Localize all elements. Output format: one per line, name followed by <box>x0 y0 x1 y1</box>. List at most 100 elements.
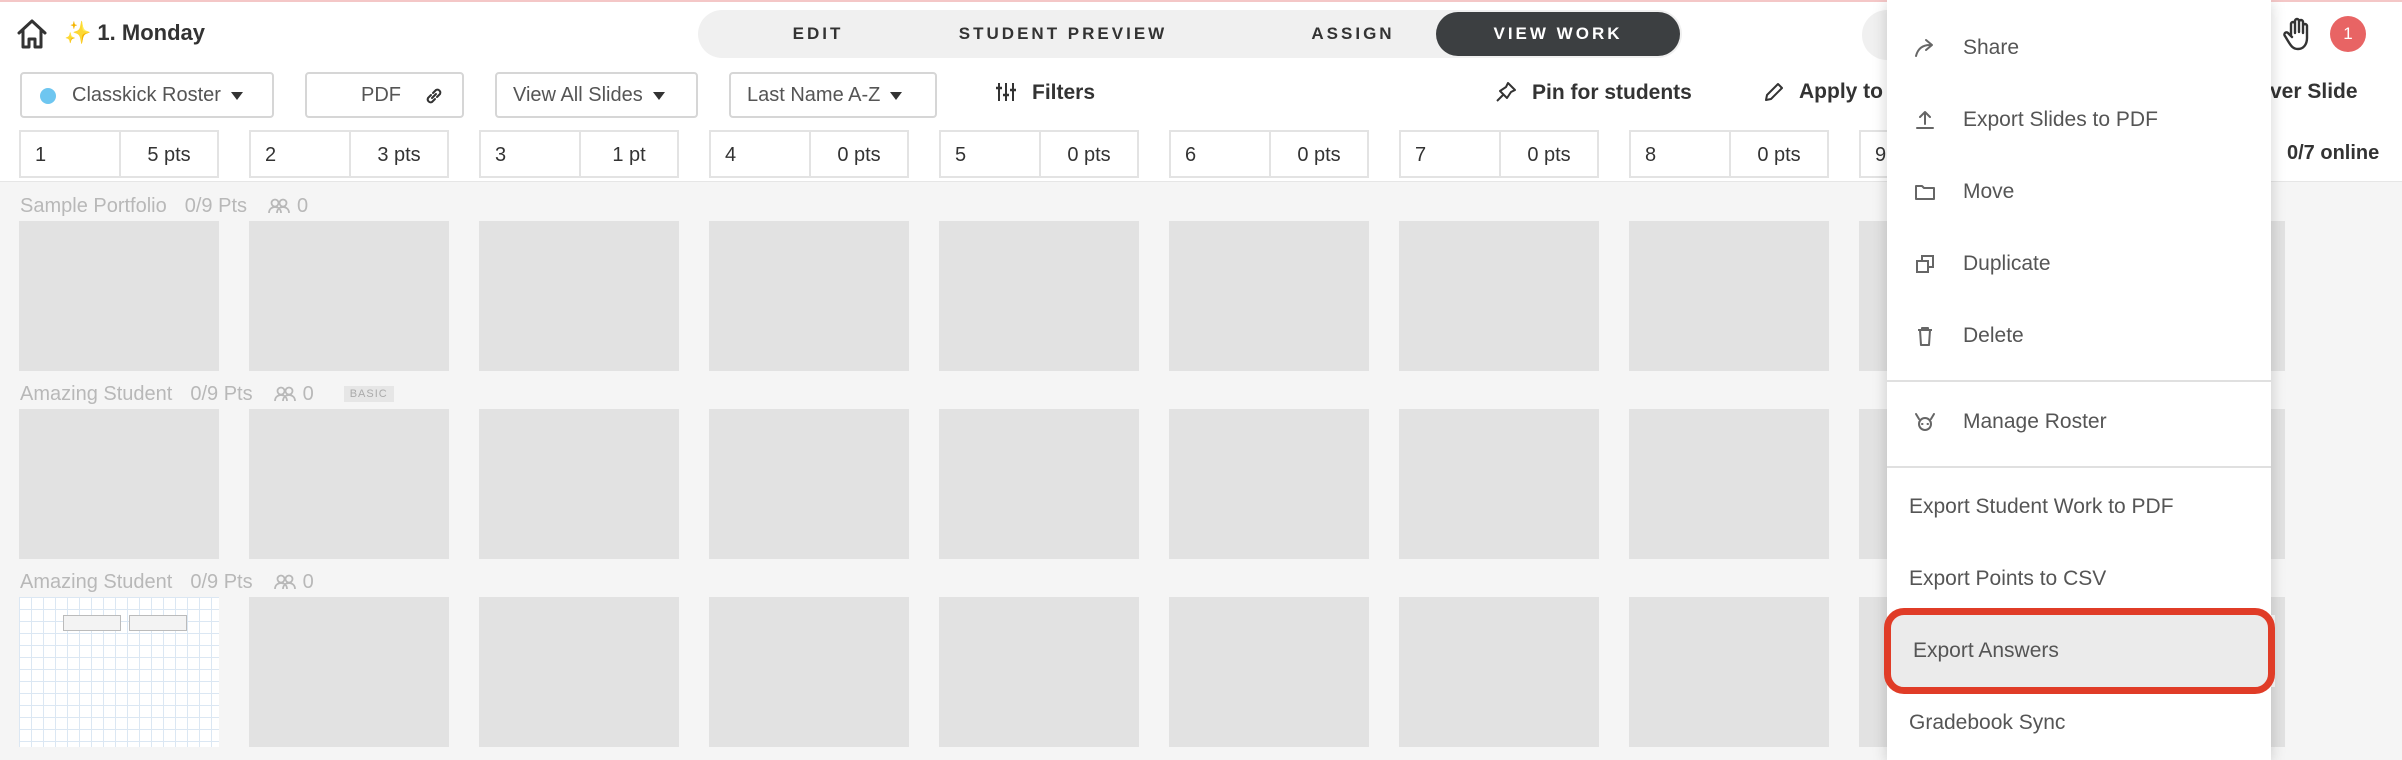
slide-cell[interactable]: 4 0 pts <box>709 130 909 178</box>
work-thumbnail[interactable] <box>939 221 1139 371</box>
online-count: 0/7 online <box>2287 142 2380 164</box>
work-thumbnail[interactable] <box>1399 221 1599 371</box>
menu-item-label: Move <box>1963 180 2015 203</box>
tab-edit[interactable]: EDIT <box>758 10 878 58</box>
group-count: 0 <box>297 195 309 217</box>
duplicate-icon <box>1916 255 1934 273</box>
work-thumbnail[interactable] <box>19 409 219 559</box>
menu-item-label: Export Slides to PDF <box>1963 108 2158 131</box>
work-thumbnail[interactable] <box>1629 409 1829 559</box>
work-thumbnail[interactable] <box>1629 597 1829 747</box>
slide-cell[interactable]: 3 1 pt <box>479 130 679 178</box>
roster-color-dot <box>40 87 56 104</box>
work-thumbnail[interactable] <box>1399 409 1599 559</box>
slide-cell[interactable]: 7 0 pts <box>1399 130 1599 178</box>
menu-item-export-student-work[interactable]: Export Student Work to PDF <box>1887 471 2271 543</box>
work-thumbnail[interactable] <box>1169 597 1369 747</box>
work-thumbnail[interactable] <box>939 597 1139 747</box>
work-thumbnail[interactable] <box>479 221 679 371</box>
slide-cell[interactable]: 6 0 pts <box>1169 130 1369 178</box>
work-thumbnail[interactable] <box>249 221 449 371</box>
filters-button[interactable]: Filters <box>994 80 1095 105</box>
slide-number: 9 <box>1875 144 1887 166</box>
menu-item-manage-roster[interactable]: Manage Roster <box>1887 386 2271 458</box>
menu-item-label: Export Points to CSV <box>1909 567 2107 590</box>
menu-item-label: Delete <box>1963 324 2024 347</box>
group-icon <box>268 198 290 214</box>
sort-select[interactable]: Last Name A-Z <box>729 72 937 118</box>
slide-number: 4 <box>725 144 737 166</box>
tab-view-work[interactable]: VIEW WORK <box>1436 12 1680 56</box>
group-icon <box>273 386 296 402</box>
upload-icon <box>1916 111 1934 129</box>
slide-cell[interactable]: 5 0 pts <box>939 130 1139 178</box>
view-slides-select[interactable]: View All Slides <box>495 72 698 118</box>
raised-hand-icon[interactable] <box>2282 16 2316 52</box>
work-thumbnail[interactable] <box>479 409 679 559</box>
slide-points: 0 pts <box>1527 144 1571 166</box>
group-count: 0 <box>302 383 314 405</box>
student-row-label[interactable]: Amazing Student 0/9 Pts 0 BASIC <box>20 383 394 406</box>
work-thumbnail[interactable] <box>249 597 449 747</box>
work-thumbnail[interactable] <box>709 409 909 559</box>
work-thumbnail[interactable] <box>19 221 219 371</box>
roster-select[interactable]: Classkick Roster <box>20 72 274 118</box>
slide-cell[interactable]: 8 0 pts <box>1629 130 1829 178</box>
menu-item-export-slides[interactable]: Export Slides to PDF <box>1887 84 2271 156</box>
tab-student-preview[interactable]: STUDENT PREVIEW <box>928 10 1198 58</box>
apply-label: Apply to <box>1799 80 1883 103</box>
folder-icon <box>1915 185 1935 200</box>
slide-points: 0 pts <box>837 144 881 166</box>
apply-to-button[interactable]: Apply to <box>1763 80 1883 104</box>
work-thumbnail[interactable] <box>1399 597 1599 747</box>
work-thumbnail[interactable] <box>1629 221 1829 371</box>
lesson-title[interactable]: ✨ 1. Monday <box>64 20 205 46</box>
student-row-label[interactable]: Amazing Student 0/9 Pts 0 <box>20 571 314 594</box>
slide-points: 3 pts <box>377 144 421 166</box>
menu-item-export-points[interactable]: Export Points to CSV <box>1887 543 2271 615</box>
lesson-title-text: 1. Monday <box>97 20 205 45</box>
share-icon <box>1915 39 1933 57</box>
roster-label: Classkick Roster <box>72 84 221 106</box>
slide-points: 0 pts <box>1297 144 1341 166</box>
pencil-icon <box>1765 83 1783 101</box>
work-thumbnail[interactable] <box>1169 409 1369 559</box>
slide-number: 8 <box>1645 144 1657 166</box>
work-thumbnail[interactable] <box>709 221 909 371</box>
work-thumbnail[interactable] <box>249 409 449 559</box>
student-row-label[interactable]: Sample Portfolio 0/9 Pts 0 <box>20 195 308 218</box>
group-count: 0 <box>302 571 314 593</box>
filters-icon <box>996 83 1016 101</box>
slide-number: 5 <box>955 144 967 166</box>
menu-item-move[interactable]: Move <box>1887 156 2271 228</box>
work-thumbnail[interactable] <box>479 597 679 747</box>
notification-badge[interactable]: 1 <box>2330 16 2366 52</box>
work-thumbnail[interactable] <box>19 597 219 747</box>
student-points: 0/9 Pts <box>184 195 248 217</box>
tab-assign[interactable]: ASSIGN <box>1238 10 1468 58</box>
menu-item-label: Gradebook Sync <box>1909 711 2066 734</box>
menu-item-delete[interactable]: Delete <box>1887 300 2271 372</box>
menu-item-share[interactable]: Share <box>1887 12 2271 84</box>
slide-cell[interactable]: 2 3 pts <box>249 130 449 178</box>
chevron-down-icon <box>652 91 665 100</box>
plan-badge: BASIC <box>343 386 394 402</box>
work-thumbnail[interactable] <box>709 597 909 747</box>
work-thumbnail[interactable] <box>1169 221 1369 371</box>
menu-item-gradebook-sync[interactable]: Gradebook Sync <box>1887 687 2271 759</box>
student-name: Sample Portfolio <box>20 195 167 217</box>
link-icon <box>426 88 442 104</box>
home-icon[interactable] <box>14 16 50 52</box>
pdf-link-button[interactable]: PDF <box>305 72 464 118</box>
slide-number: 6 <box>1185 144 1197 166</box>
roster-icon <box>1915 413 1935 431</box>
menu-item-label: Share <box>1963 36 2020 59</box>
slide-cell[interactable]: 1 5 pts <box>19 130 219 178</box>
menu-item-duplicate[interactable]: Duplicate <box>1887 228 2271 300</box>
menu-item-label: Export Student Work to PDF <box>1909 495 2174 518</box>
slide-points: 1 pt <box>612 144 646 166</box>
pin-for-students-button[interactable]: Pin for students <box>1494 80 1692 105</box>
work-thumbnail[interactable] <box>939 409 1139 559</box>
filters-label: Filters <box>1032 81 1096 104</box>
slide-number: 3 <box>495 144 507 166</box>
